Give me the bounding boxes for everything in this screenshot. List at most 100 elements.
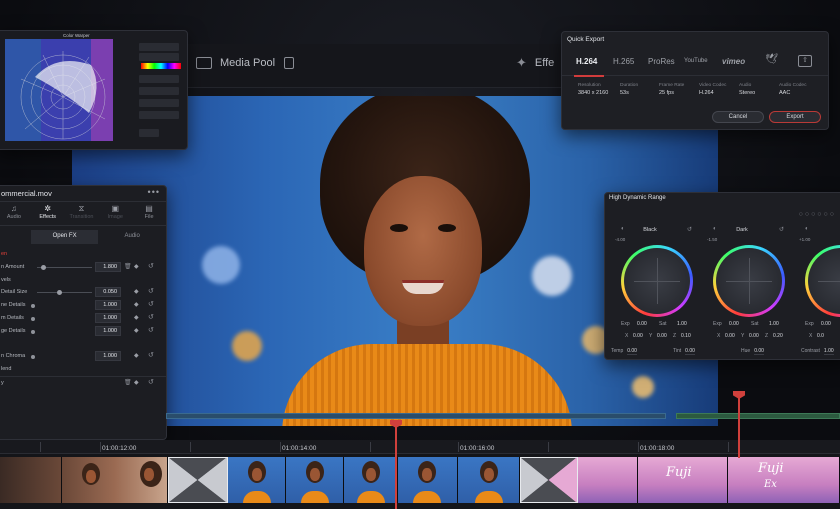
- color-wheel[interactable]: [621, 245, 693, 317]
- twitter-icon[interactable]: 🕊: [765, 54, 778, 65]
- section-header[interactable]: vels: [0, 274, 166, 287]
- contrast-field[interactable]: Contrast 1.00: [801, 348, 834, 355]
- transition-clip[interactable]: [168, 457, 228, 503]
- warper-control[interactable]: [139, 111, 179, 119]
- tab-effects[interactable]: ✲ Effects: [31, 202, 65, 225]
- effects-button[interactable]: ✦ Effe: [516, 56, 554, 69]
- slider-track[interactable]: [37, 292, 92, 294]
- playhead[interactable]: [390, 420, 402, 509]
- warper-control[interactable]: [139, 99, 179, 107]
- format-vimeo[interactable]: vimeo: [722, 57, 745, 66]
- reset-icon[interactable]: ↺: [148, 351, 154, 359]
- trash-icon[interactable]: 🗑: [124, 263, 132, 270]
- color-wheel[interactable]: [805, 245, 840, 317]
- y-value[interactable]: 0.00: [749, 333, 759, 339]
- y-value[interactable]: 0.00: [657, 333, 667, 339]
- keyframe-icon[interactable]: ◆: [134, 352, 139, 359]
- export-button[interactable]: Export: [769, 111, 821, 123]
- keyframe-icon[interactable]: ◆: [134, 379, 139, 386]
- zone-icon[interactable]: ◐: [713, 226, 717, 232]
- temp-field[interactable]: Temp 0.00: [611, 348, 637, 355]
- exp-value[interactable]: 0.00: [729, 321, 739, 327]
- track-clip[interactable]: [166, 413, 666, 419]
- slider-knob[interactable]: [31, 304, 35, 309]
- field-value[interactable]: 0.00: [685, 348, 695, 355]
- video-clip[interactable]: Fuji: [638, 457, 728, 503]
- sat-value[interactable]: 1.00: [677, 321, 687, 327]
- reset-icon[interactable]: ↺: [148, 378, 154, 386]
- reset-icon[interactable]: ↺: [148, 300, 154, 308]
- param-value[interactable]: 1.000: [95, 300, 121, 311]
- transition-clip[interactable]: [520, 457, 578, 503]
- more-options-icon[interactable]: •••: [148, 187, 160, 197]
- field-value[interactable]: 1.00: [823, 348, 834, 355]
- warper-control[interactable]: [139, 87, 179, 95]
- x-value[interactable]: 0.00: [725, 333, 735, 339]
- param-value[interactable]: 1.000: [95, 351, 121, 362]
- section-header[interactable]: en: [0, 248, 166, 261]
- reset-icon[interactable]: ↺: [148, 262, 154, 270]
- video-clip[interactable]: [458, 457, 520, 503]
- format-h264[interactable]: H.264: [576, 57, 597, 66]
- x-value[interactable]: 0.0: [817, 333, 824, 339]
- tab-image[interactable]: ▣ Image: [98, 202, 132, 225]
- warper-control[interactable]: [139, 53, 179, 61]
- cancel-button[interactable]: Cancel: [712, 111, 764, 123]
- format-prores[interactable]: ProRes: [648, 57, 675, 66]
- keyframe-icon[interactable]: ◆: [134, 288, 139, 295]
- video-clip[interactable]: [228, 457, 286, 503]
- section-header[interactable]: lend: [0, 363, 166, 376]
- upload-icon[interactable]: ⇧: [798, 55, 812, 67]
- hue-field[interactable]: Hue 0.00: [741, 348, 764, 355]
- keyframe-icon[interactable]: ◆: [134, 314, 139, 321]
- playhead-secondary[interactable]: [733, 391, 745, 458]
- video-clip[interactable]: [398, 457, 458, 503]
- format-youtube[interactable]: YouTube: [684, 58, 708, 64]
- video-clip[interactable]: [0, 457, 62, 503]
- warper-grid[interactable]: [5, 39, 113, 141]
- reset-icon[interactable]: ↺: [148, 287, 154, 295]
- exp-value[interactable]: 0.00: [637, 321, 647, 327]
- field-value[interactable]: 0.00: [754, 348, 764, 355]
- z-value[interactable]: 0.20: [773, 333, 783, 339]
- hue-bar[interactable]: [141, 63, 181, 69]
- tint-field[interactable]: Tint 0.00: [673, 348, 695, 355]
- tab-transition[interactable]: ⧖ Transition: [65, 202, 99, 225]
- param-value[interactable]: 1.800: [95, 261, 121, 272]
- timeline[interactable]: 01:00:12:00 01:00:14:00 01:00:16:00 01:0…: [0, 440, 840, 509]
- zone-icon[interactable]: ◐: [805, 226, 809, 232]
- sub-tab-open-fx[interactable]: Open FX: [30, 230, 99, 244]
- exp-value[interactable]: 0.00: [821, 321, 831, 327]
- slider-knob[interactable]: [41, 264, 46, 270]
- video-clip[interactable]: [578, 457, 638, 503]
- reset-icon[interactable]: ↺: [148, 326, 154, 334]
- sub-tab-audio[interactable]: Audio: [98, 230, 166, 244]
- param-value[interactable]: 1.000: [95, 325, 121, 336]
- slider-knob[interactable]: [31, 355, 35, 360]
- slider-knob[interactable]: [31, 329, 35, 334]
- warper-control[interactable]: [139, 129, 159, 137]
- reset-icon[interactable]: ↺: [687, 226, 692, 233]
- sat-value[interactable]: 1.00: [769, 321, 779, 327]
- z-value[interactable]: 0.10: [681, 333, 691, 339]
- param-value[interactable]: 0.050: [95, 287, 121, 298]
- keyframe-icon[interactable]: ◆: [134, 327, 139, 334]
- format-h265[interactable]: H.265: [613, 57, 634, 66]
- trash-icon[interactable]: 🗑: [124, 379, 132, 386]
- tab-audio[interactable]: ♫ Audio: [0, 202, 31, 225]
- video-clip[interactable]: [286, 457, 344, 503]
- reset-icon[interactable]: ↺: [148, 313, 154, 321]
- tab-file[interactable]: ▤ File: [132, 202, 166, 225]
- edit-icon[interactable]: [284, 57, 294, 69]
- timecode-ruler[interactable]: 01:00:12:00 01:00:14:00 01:00:16:00 01:0…: [0, 440, 840, 454]
- field-value[interactable]: 0.00: [627, 348, 637, 355]
- param-value[interactable]: 1.000: [95, 312, 121, 323]
- video-clip[interactable]: Fuji Ex: [728, 457, 840, 503]
- warper-control[interactable]: [139, 43, 179, 51]
- video-clip[interactable]: [344, 457, 398, 503]
- track-clip[interactable]: [676, 413, 840, 419]
- video-clip[interactable]: [62, 457, 168, 503]
- slider-knob[interactable]: [57, 290, 62, 296]
- warper-control[interactable]: [139, 75, 179, 83]
- color-wheel[interactable]: [713, 245, 785, 317]
